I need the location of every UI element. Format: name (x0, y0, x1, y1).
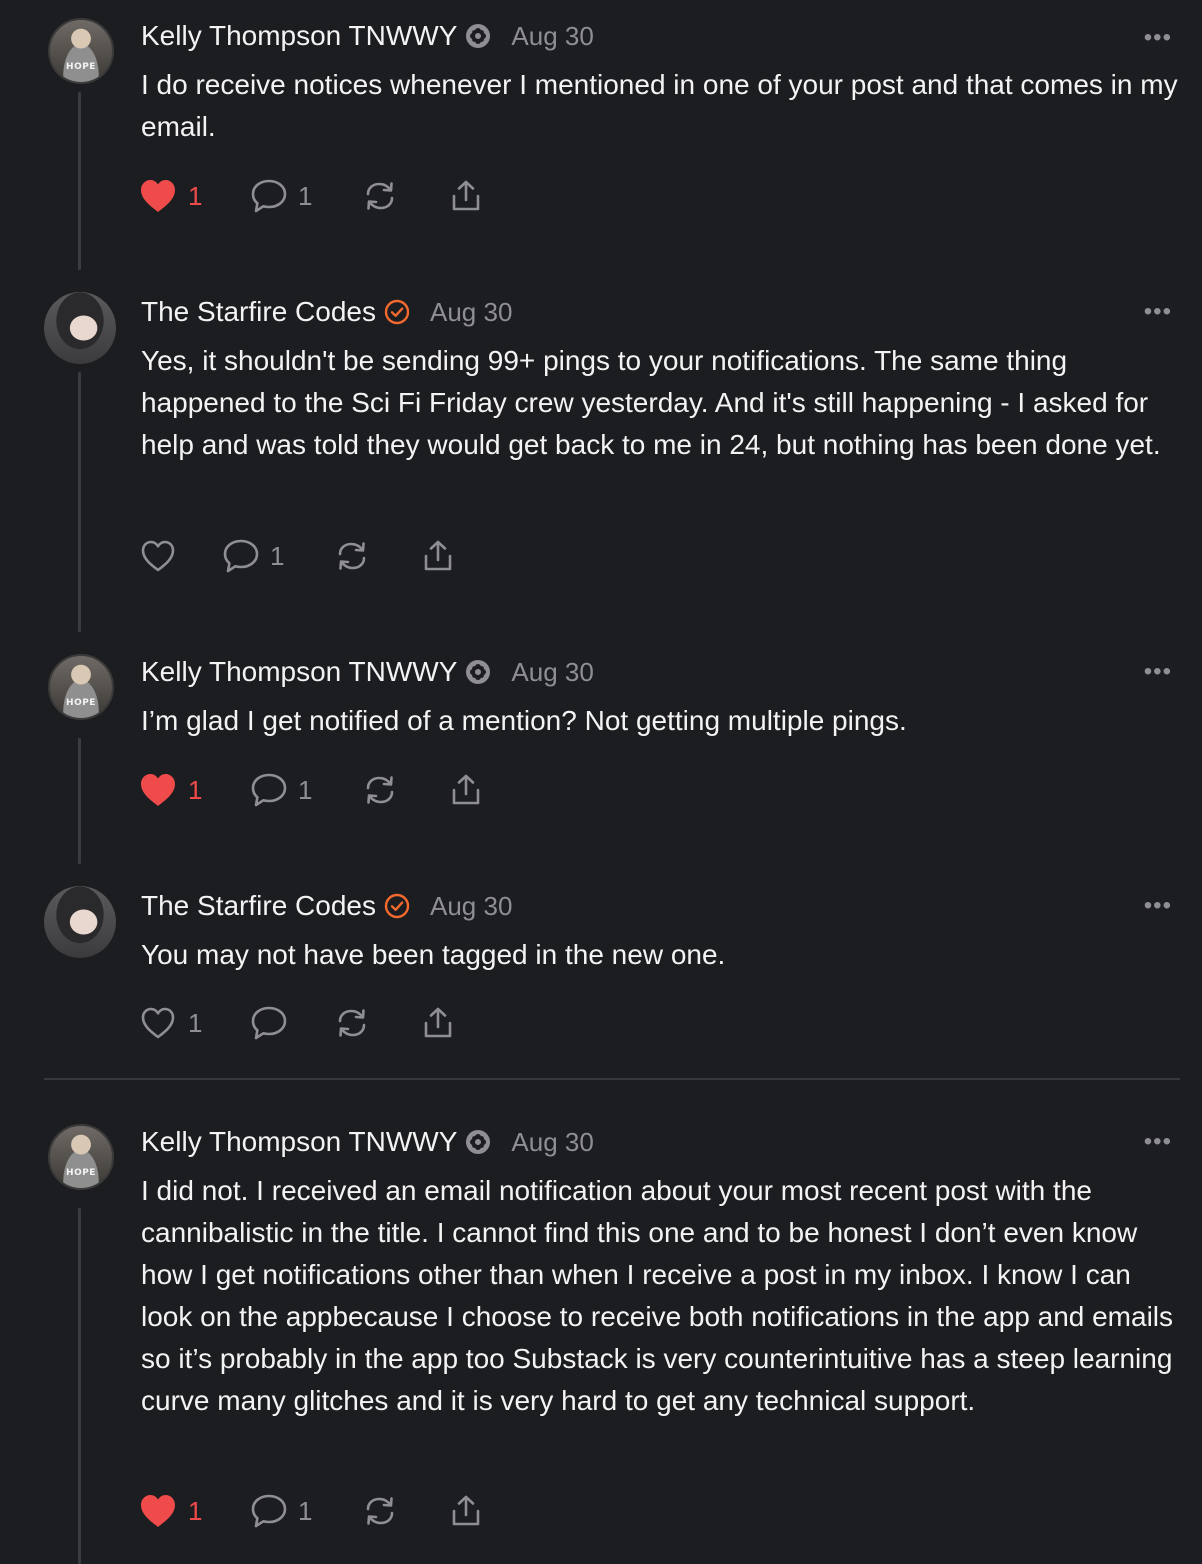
heart-icon (138, 1493, 178, 1529)
share-button[interactable] (420, 536, 480, 576)
heart-icon (138, 1005, 178, 1041)
more-dots-icon[interactable]: ••• (1144, 26, 1172, 50)
thread-line (78, 1208, 81, 1564)
comment-text: I’m glad I get notified of a mention? No… (141, 705, 907, 736)
author-name[interactable]: Kelly Thompson TNWWY (141, 656, 457, 688)
more-dots-icon[interactable]: ••• (1144, 660, 1172, 684)
comment-actions: 1 (138, 1003, 480, 1043)
speech-bubble-icon (222, 537, 260, 575)
like-button[interactable] (138, 536, 222, 576)
thread-line (78, 92, 81, 270)
reply-count: 1 (270, 540, 285, 571)
avatar[interactable] (44, 886, 116, 958)
comment-text: You may not have been tagged in the new … (141, 939, 726, 970)
like-button[interactable]: 1 (138, 770, 250, 810)
comment-header: Kelly Thompson TNWWY Aug 30 (141, 1122, 594, 1162)
share-icon (420, 1005, 456, 1041)
author-name[interactable]: Kelly Thompson TNWWY (141, 20, 457, 52)
like-count: 1 (188, 1495, 203, 1526)
reply-button[interactable]: 1 (222, 536, 334, 576)
more-dots-icon[interactable]: ••• (1144, 300, 1172, 324)
comment-text: Yes, it shouldn't be sending 99+ pings t… (141, 345, 1161, 460)
comment-date[interactable]: Aug 30 (511, 657, 593, 688)
restack-icon (334, 538, 370, 574)
like-count: 1 (188, 180, 203, 211)
reply-count: 1 (298, 1495, 313, 1526)
comment-date[interactable]: Aug 30 (511, 21, 593, 52)
comment-text: I do receive notices whenever I mentione… (141, 69, 1178, 142)
speech-bubble-icon (250, 1492, 288, 1530)
comment-header: The Starfire Codes Aug 30 (141, 292, 512, 332)
speech-bubble-icon (250, 771, 288, 809)
comment-actions: 1 1 (138, 1491, 508, 1531)
comment-date[interactable]: Aug 30 (430, 297, 512, 328)
heart-icon (138, 178, 178, 214)
more-dots-icon[interactable]: ••• (1144, 1130, 1172, 1154)
verified-check-icon (384, 299, 410, 325)
restack-icon (362, 178, 398, 214)
comment-actions: 1 (138, 536, 480, 576)
share-icon (448, 772, 484, 808)
share-button[interactable] (448, 770, 508, 810)
reply-count: 1 (298, 774, 313, 805)
share-button[interactable] (448, 176, 508, 216)
author-name[interactable]: The Starfire Codes (141, 890, 376, 922)
reply-button[interactable]: 1 (250, 770, 362, 810)
reply-count: 1 (298, 180, 313, 211)
like-count: 1 (188, 1007, 203, 1038)
restack-button[interactable] (362, 770, 448, 810)
avatar[interactable]: HOPE (48, 18, 114, 84)
verified-check-icon (384, 893, 410, 919)
share-icon (420, 538, 456, 574)
comment-text: I did not. I received an email notificat… (141, 1175, 1174, 1416)
comment-date[interactable]: Aug 30 (511, 1127, 593, 1158)
reply-button[interactable]: 1 (250, 176, 362, 216)
heart-icon (138, 772, 178, 808)
speech-bubble-icon (250, 177, 288, 215)
restack-icon (362, 772, 398, 808)
restack-button[interactable] (334, 1003, 420, 1043)
avatar-shirt-text: HOPE (66, 62, 96, 72)
flower-badge-icon (465, 659, 491, 685)
author-name[interactable]: The Starfire Codes (141, 296, 376, 328)
avatar[interactable]: HOPE (48, 654, 114, 720)
flower-badge-icon (465, 23, 491, 49)
restack-button[interactable] (334, 536, 420, 576)
thread-divider (44, 1078, 1180, 1080)
restack-button[interactable] (362, 176, 448, 216)
thread-line (78, 738, 81, 864)
reply-button[interactable] (250, 1003, 334, 1043)
share-icon (448, 1493, 484, 1529)
share-button[interactable] (448, 1491, 508, 1531)
share-icon (448, 178, 484, 214)
share-button[interactable] (420, 1003, 480, 1043)
comment-header: Kelly Thompson TNWWY Aug 30 (141, 652, 594, 692)
comment-header: Kelly Thompson TNWWY Aug 30 (141, 16, 594, 56)
reply-button[interactable]: 1 (250, 1491, 362, 1531)
restack-icon (362, 1493, 398, 1529)
avatar-shirt-text: HOPE (66, 698, 96, 708)
more-dots-icon[interactable]: ••• (1144, 894, 1172, 918)
avatar[interactable]: HOPE (48, 1124, 114, 1190)
like-count: 1 (188, 774, 203, 805)
like-button[interactable]: 1 (138, 1491, 250, 1531)
like-button[interactable]: 1 (138, 1003, 250, 1043)
comment-header: The Starfire Codes Aug 30 (141, 886, 512, 926)
flower-badge-icon (465, 1129, 491, 1155)
comment-actions: 1 1 (138, 770, 508, 810)
restack-icon (334, 1005, 370, 1041)
speech-bubble-icon (250, 1004, 288, 1042)
avatar[interactable] (44, 292, 116, 364)
comment-actions: 1 1 (138, 176, 508, 216)
like-button[interactable]: 1 (138, 176, 250, 216)
thread-line (78, 372, 81, 632)
author-name[interactable]: Kelly Thompson TNWWY (141, 1126, 457, 1158)
avatar-shirt-text: HOPE (66, 1168, 96, 1178)
heart-icon (138, 538, 178, 574)
comment-date[interactable]: Aug 30 (430, 891, 512, 922)
restack-button[interactable] (362, 1491, 448, 1531)
